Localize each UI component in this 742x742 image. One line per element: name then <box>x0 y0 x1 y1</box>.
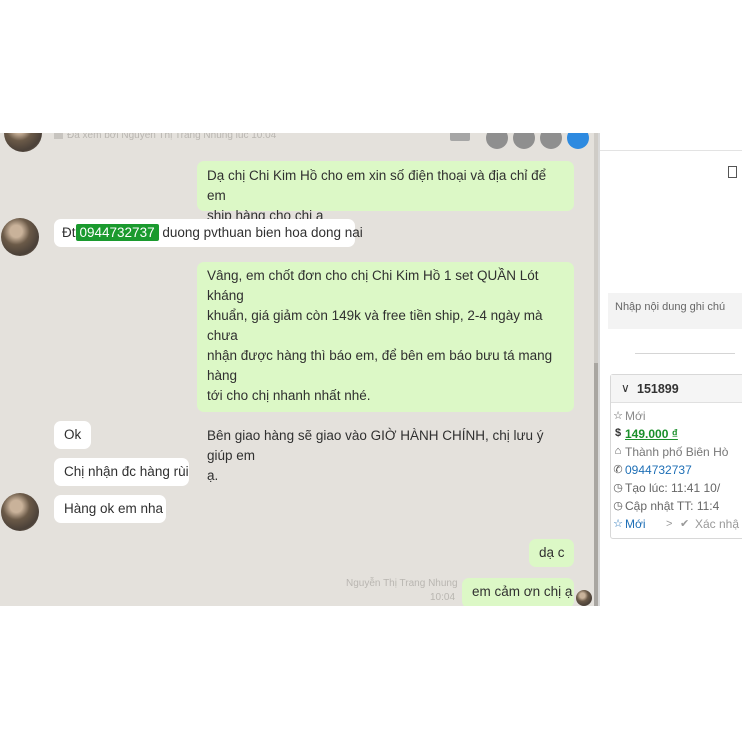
order-phone[interactable]: 0944732737 <box>625 461 692 479</box>
profile-icon[interactable] <box>450 133 470 141</box>
message-outgoing: Dạ chị Chi Kim Hồ cho em xin số điện tho… <box>197 161 574 223</box>
info-icon[interactable] <box>567 133 589 149</box>
message-text: dạ c <box>539 545 565 560</box>
message-line: tới cho chị nhanh nhất nhé. <box>207 388 371 403</box>
message-outgoing: em cảm ơn chị ạ <box>462 578 574 606</box>
star-icon: ☆ <box>613 410 623 422</box>
message-line: nhận được hàng thì báo em, để bên em báo… <box>207 348 553 383</box>
dollar-icon: $ <box>614 427 622 439</box>
message-incoming: Đt 0944732737 duong pvthuan bien hoa dong… <box>54 219 363 247</box>
message-outgoing: dạ c <box>529 539 574 567</box>
video-icon[interactable] <box>513 133 535 149</box>
seen-avatar <box>576 590 592 606</box>
customer-side-panel: Nhập nội dung ghi chú ∨ 151899 ☆ Mới $ 1… <box>600 133 742 606</box>
sender-time: 10:04 <box>430 592 456 603</box>
message-incoming: Chị nhận đc hàng rùi <box>54 458 189 486</box>
screenshot-region: Đã xem bởi Nguyễn Thị Trang Nhung lúc 10… <box>0 133 742 606</box>
message-line: Bên giao hàng sẽ giao vào GIỜ HÀNH CHÍNH… <box>207 428 544 463</box>
message-prefix: Đt <box>62 225 76 240</box>
shield-check-icon: ✔ <box>680 518 690 530</box>
gallery-icon[interactable] <box>540 133 562 149</box>
chevron-down-icon[interactable]: ∨ <box>621 381 630 395</box>
message-incoming: Hàng ok em nha <box>54 495 166 523</box>
message-text: Hàng ok em nha <box>64 501 164 516</box>
seen-status-text: Đã xem bởi Nguyễn Thị Trang Nhung lúc 10… <box>67 133 277 141</box>
message-text: duong pvthuan bien hoa dong nai <box>162 225 363 240</box>
order-card-header[interactable]: ∨ 151899 <box>611 375 742 403</box>
step-chevron: > <box>666 518 673 530</box>
clock-icon: ◷ <box>613 500 623 512</box>
order-price: 149.000 ₫ <box>625 427 678 441</box>
message-line: ạ. <box>207 468 219 483</box>
seen-icon <box>54 133 63 139</box>
message-incoming: Ok <box>54 421 91 449</box>
message-line: Vâng, em chốt đơn cho chị Chi Kim Hồ 1 s… <box>207 268 539 303</box>
order-status: Mới <box>625 409 646 423</box>
order-created: Tạo lúc: 11:41 10/ <box>625 481 721 495</box>
message-outgoing: Vâng, em chốt đơn cho chị Chi Kim Hồ 1 s… <box>197 262 574 483</box>
message-line: khuẩn, giá giảm còn 149k và free tiền sh… <box>207 308 543 343</box>
note-placeholder: Nhập nội dung ghi chú <box>615 301 726 313</box>
note-input[interactable]: Nhập nội dung ghi chú <box>608 293 742 329</box>
call-icon[interactable] <box>486 133 508 149</box>
customer-avatar <box>1 493 39 531</box>
chat-conversation[interactable]: Đã xem bởi Nguyễn Thị Trang Nhung lúc 10… <box>0 133 594 606</box>
sender-name: Nguyễn Thị Trang Nhung <box>346 578 458 589</box>
customer-avatar <box>1 218 39 256</box>
step-current[interactable]: Mới <box>625 515 646 533</box>
message-line: Dạ chị Chi Kim Hồ cho em xin số điện tho… <box>207 168 547 203</box>
customer-avatar <box>4 133 42 152</box>
message-text: Ok <box>64 427 82 442</box>
panel-header-border <box>600 150 742 151</box>
message-text: Chị nhận đc hàng rùi <box>64 464 189 479</box>
clock-icon: ◷ <box>613 482 623 494</box>
star-icon: ☆ <box>613 518 623 530</box>
message-text: em cảm ơn chị ạ <box>472 584 573 599</box>
order-updated: Cập nhật TT: 11:4 <box>625 499 720 513</box>
home-icon: ⌂ <box>614 445 622 457</box>
phone-number-highlight[interactable]: 0944732737 <box>75 224 159 241</box>
step-next[interactable]: Xác nhậ <box>695 515 739 533</box>
phone-icon: ✆ <box>613 464 623 476</box>
order-city: Thành phố Biên Hò <box>625 445 729 459</box>
note-separator <box>635 353 735 354</box>
document-icon[interactable] <box>728 166 737 178</box>
order-id: 151899 <box>637 382 679 396</box>
